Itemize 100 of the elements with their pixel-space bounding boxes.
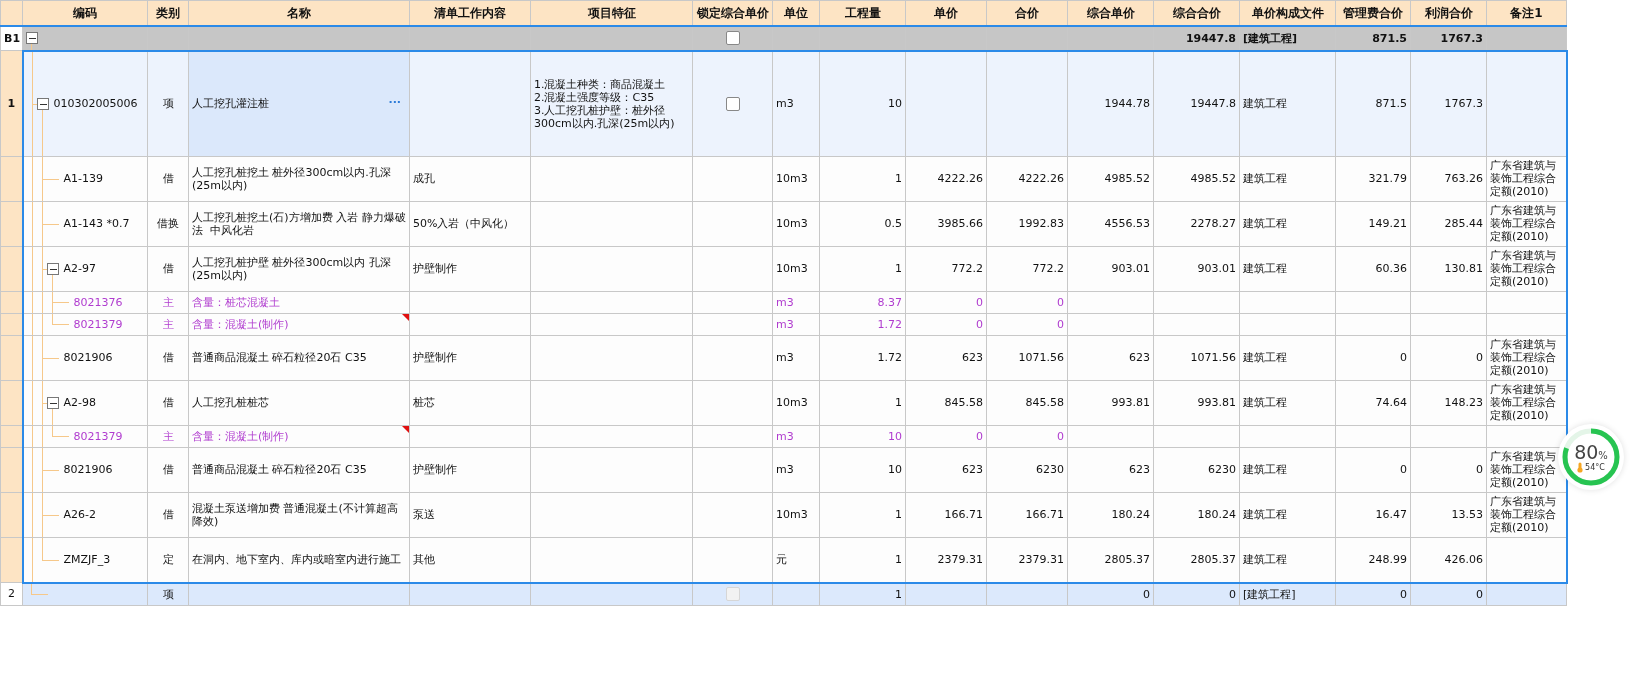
code-cell: 8021376 bbox=[22, 291, 148, 313]
table-cell: 混凝土泵送增加费 普通混凝土(不计算超高降效) bbox=[188, 492, 410, 537]
table-cell: 含量：混凝土(制作) bbox=[188, 313, 410, 335]
table-cell: 871.5 bbox=[1335, 50, 1411, 156]
table-cell: 护壁制作 bbox=[409, 246, 531, 291]
table-cell: 广东省建筑与装饰工程综合定额(2010) bbox=[1486, 380, 1567, 425]
column-header[interactable]: 清单工作内容 bbox=[409, 0, 531, 26]
table-cell: 建筑工程 bbox=[1239, 447, 1336, 492]
percent-sign: % bbox=[1598, 449, 1608, 461]
column-header[interactable]: 工程量 bbox=[819, 0, 906, 26]
table-cell: 0.5 bbox=[819, 201, 906, 246]
table-cell: 623 bbox=[905, 335, 987, 380]
column-header[interactable]: 单位 bbox=[772, 0, 820, 26]
total-cell: [建筑工程] bbox=[1239, 26, 1336, 51]
code-cell: A1-139 bbox=[22, 156, 148, 201]
table-cell: 6230 bbox=[1153, 447, 1240, 492]
table-cell: 广东省建筑与装饰工程综合定额(2010) bbox=[1486, 156, 1567, 201]
table-cell: 建筑工程 bbox=[1239, 50, 1336, 156]
table-cell: 广东省建筑与装饰工程综合定额(2010) bbox=[1486, 201, 1567, 246]
table-cell: 1 bbox=[819, 246, 906, 291]
table-cell: 人工挖孔桩挖土(石)方增加费 入岩 静力爆破法 中风化岩 bbox=[188, 201, 410, 246]
table-cell: 建筑工程 bbox=[1239, 335, 1336, 380]
column-header[interactable]: 项目特征 bbox=[530, 0, 693, 26]
table-cell: 10m3 bbox=[772, 492, 820, 537]
table-cell: 其他 bbox=[409, 537, 531, 583]
column-header[interactable]: 名称 bbox=[188, 0, 410, 26]
checkbox[interactable] bbox=[725, 31, 740, 46]
row-header[interactable]: 2 bbox=[0, 582, 23, 605]
column-header[interactable]: 综合单价 bbox=[1067, 0, 1154, 26]
checkbox[interactable] bbox=[725, 96, 740, 111]
table-cell: 广东省建筑与装饰工程综合定额(2010) bbox=[1486, 335, 1567, 380]
table-cell: 0 bbox=[1335, 335, 1411, 380]
table-cell: 建筑工程 bbox=[1239, 380, 1336, 425]
table-cell: 2379.31 bbox=[905, 537, 987, 583]
table-cell: 借 bbox=[147, 380, 189, 425]
table-cell: 10m3 bbox=[772, 201, 820, 246]
column-header[interactable]: 编码 bbox=[22, 0, 148, 26]
code-cell: 8021906 bbox=[22, 447, 148, 492]
column-header[interactable]: 单价 bbox=[905, 0, 987, 26]
table-cell: 成孔 bbox=[409, 156, 531, 201]
table-cell: 130.81 bbox=[1410, 246, 1487, 291]
column-header[interactable]: 综合合价 bbox=[1153, 0, 1240, 26]
table-cell: 借 bbox=[147, 156, 189, 201]
table-cell: m3 bbox=[772, 447, 820, 492]
table-cell: 772.2 bbox=[905, 246, 987, 291]
row-header[interactable]: 1 bbox=[0, 50, 23, 156]
table-cell: 定 bbox=[147, 537, 189, 583]
table-cell: 4222.26 bbox=[986, 156, 1068, 201]
table-cell: m3 bbox=[772, 50, 820, 156]
table-cell: 人工挖孔桩挖土 桩外径300cm以内.孔深(25m以内) bbox=[188, 156, 410, 201]
column-header[interactable]: 备注1 bbox=[1486, 0, 1567, 26]
table-cell: 建筑工程 bbox=[1239, 492, 1336, 537]
code-cell: 8021906 bbox=[22, 335, 148, 380]
table-cell: 普通商品混凝土 碎石粒径20石 C35 bbox=[188, 447, 410, 492]
table-cell: 16.47 bbox=[1335, 492, 1411, 537]
table-cell: 1 bbox=[819, 537, 906, 583]
table-cell: 护壁制作 bbox=[409, 335, 531, 380]
table-cell: 1992.83 bbox=[986, 201, 1068, 246]
table-cell: 845.58 bbox=[986, 380, 1068, 425]
table-cell: 护壁制作 bbox=[409, 447, 531, 492]
collapse-icon[interactable] bbox=[46, 262, 59, 275]
table-cell: 6230 bbox=[986, 447, 1068, 492]
table-cell: 人工挖孔灌注桩 ··· bbox=[188, 50, 410, 156]
table-cell: 845.58 bbox=[905, 380, 987, 425]
column-header[interactable]: 单价构成文件 bbox=[1239, 0, 1336, 26]
table-cell: 含量：混凝土(制作) bbox=[188, 425, 410, 447]
table-cell: 166.71 bbox=[986, 492, 1068, 537]
table-cell: 903.01 bbox=[1067, 246, 1154, 291]
table-cell: 借 bbox=[147, 335, 189, 380]
temperature-reading: 54°C bbox=[1585, 462, 1605, 472]
table-cell: 建筑工程 bbox=[1239, 246, 1336, 291]
table-cell: 借 bbox=[147, 246, 189, 291]
table-cell: 含量：桩芯混凝土 bbox=[188, 291, 410, 313]
table-cell: 763.26 bbox=[1410, 156, 1487, 201]
table-cell: 0 bbox=[1410, 447, 1487, 492]
table-cell: 321.79 bbox=[1335, 156, 1411, 201]
table-cell: 4556.53 bbox=[1067, 201, 1154, 246]
table-cell: 建筑工程 bbox=[1239, 537, 1336, 583]
table-cell: 元 bbox=[772, 537, 820, 583]
table-cell: 993.81 bbox=[1153, 380, 1240, 425]
collapse-icon[interactable] bbox=[46, 396, 59, 409]
table-cell: m3 bbox=[772, 335, 820, 380]
code-cell: A26-2 bbox=[22, 492, 148, 537]
table-cell: 180.24 bbox=[1067, 492, 1154, 537]
collapse-icon[interactable] bbox=[26, 32, 38, 45]
table-cell: 2805.37 bbox=[1153, 537, 1240, 583]
table-cell: 3985.66 bbox=[905, 201, 987, 246]
column-header[interactable]: 利润合价 bbox=[1410, 0, 1487, 26]
code-cell: 8021379 bbox=[22, 425, 148, 447]
table-cell: 180.24 bbox=[1153, 492, 1240, 537]
table-cell: 0 bbox=[1410, 335, 1487, 380]
table-cell: 0 bbox=[1335, 447, 1411, 492]
column-header[interactable]: 管理费合价 bbox=[1335, 0, 1411, 26]
usage-meter[interactable]: 80% 54°C bbox=[1558, 424, 1624, 490]
table-cell: 4985.52 bbox=[1153, 156, 1240, 201]
table-cell: 149.21 bbox=[1335, 201, 1411, 246]
column-header[interactable]: 锁定综合单价 bbox=[692, 0, 773, 26]
collapse-icon[interactable] bbox=[36, 97, 49, 110]
column-header[interactable]: 合价 bbox=[986, 0, 1068, 26]
column-header[interactable]: 类别 bbox=[147, 0, 189, 26]
